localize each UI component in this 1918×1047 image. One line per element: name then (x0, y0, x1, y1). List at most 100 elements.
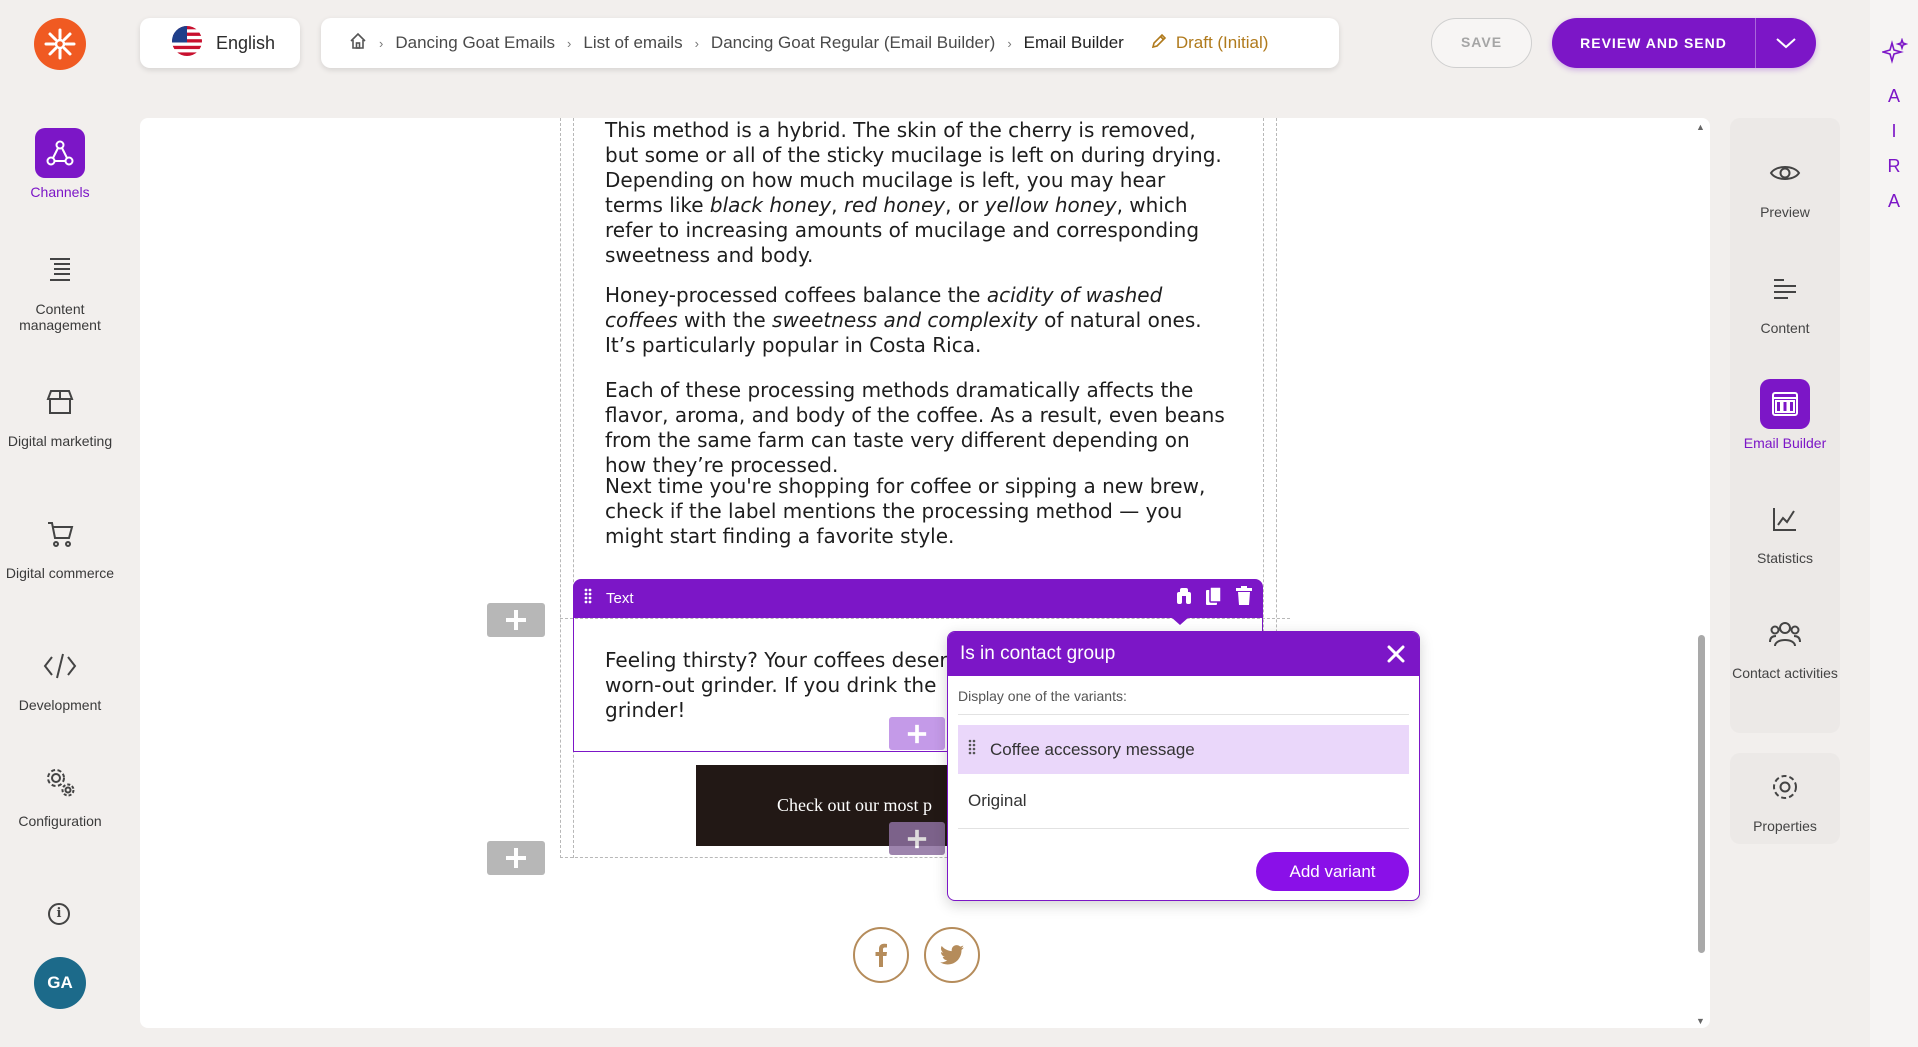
variant-item-coffee-accessory[interactable]: Coffee accessory message (958, 725, 1409, 774)
variant-item-original[interactable]: Original (958, 774, 1409, 829)
scroll-down-arrow[interactable]: ▼ (1696, 1016, 1705, 1026)
add-section-button[interactable] (487, 841, 545, 875)
breadcrumb-item[interactable]: List of emails (583, 33, 682, 53)
left-navigation: Channels Content management Digital mark… (0, 0, 120, 1047)
drag-handle-icon[interactable] (584, 588, 592, 609)
panel-label: Email Builder (1743, 435, 1827, 451)
variant-popup-title: Is in contact group (960, 643, 1116, 664)
nav-configuration[interactable]: Configuration (0, 757, 120, 829)
review-and-send-button[interactable]: REVIEW AND SEND (1552, 18, 1816, 68)
cta-label: Check out our most p (777, 795, 932, 815)
paragraph-next-time[interactable]: Next time you're shopping for coffee or … (605, 474, 1245, 549)
panel-label: Statistics (1756, 550, 1813, 566)
variant-label: Original (968, 791, 1027, 810)
block-type-label: Text (606, 590, 634, 607)
close-icon[interactable] (1383, 641, 1409, 667)
scroll-up-arrow[interactable]: ▲ (1696, 122, 1705, 132)
breadcrumb-separator: › (379, 35, 384, 51)
avatar[interactable]: GA (34, 957, 86, 1009)
add-variant-button[interactable]: Add variant (1256, 852, 1409, 891)
add-widget-button[interactable] (889, 717, 945, 750)
facebook-icon[interactable] (853, 927, 909, 983)
home-icon[interactable] (349, 32, 367, 55)
drag-handle-icon[interactable] (968, 739, 976, 760)
info-icon[interactable]: i (48, 903, 70, 925)
sparkle-icon[interactable] (1880, 37, 1909, 69)
paragraph-processing-methods[interactable]: Each of these processing methods dramati… (605, 378, 1245, 478)
digital-marketing-icon (35, 377, 85, 427)
pencil-icon (1150, 32, 1168, 55)
selected-text-content[interactable]: Feeling thirsty? Your coffees deser worn… (605, 648, 948, 723)
ai-letter: A (1887, 191, 1900, 211)
ai-assistant-strip[interactable]: A I R A (1870, 0, 1918, 1047)
nav-label: Digital commerce (5, 565, 115, 581)
breadcrumb-separator: › (1007, 35, 1012, 51)
add-widget-button[interactable] (889, 822, 945, 855)
nav-label: Digital marketing (7, 433, 113, 449)
nav-channels[interactable]: Channels (0, 128, 120, 200)
nav-digital-marketing[interactable]: Digital marketing (0, 377, 120, 449)
ai-letter: I (1891, 121, 1897, 141)
draft-status-label: Draft (Initial) (1175, 33, 1269, 52)
panel-statistics[interactable]: Statistics (1730, 494, 1840, 566)
panel-properties[interactable]: Properties (1730, 762, 1840, 834)
nav-digital-commerce[interactable]: Digital commerce (0, 509, 120, 581)
variant-popup-header: Is in contact group (948, 632, 1419, 676)
twitter-icon[interactable] (924, 927, 980, 983)
digital-commerce-icon (35, 509, 85, 559)
us-flag-icon (172, 25, 202, 61)
panel-preview[interactable]: Preview (1730, 148, 1840, 220)
personalize-icon[interactable] (1175, 586, 1193, 611)
development-icon (35, 641, 85, 691)
people-icon (1760, 609, 1810, 659)
breadcrumb-item[interactable]: Dancing Goat Regular (Email Builder) (711, 33, 995, 53)
chart-icon (1760, 494, 1810, 544)
toolbar-pointer (1171, 617, 1189, 625)
breadcrumb-separator: › (694, 35, 699, 51)
language-selector[interactable]: English (140, 18, 300, 68)
variant-popup-subtitle: Display one of the variants: (958, 688, 1409, 715)
breadcrumb-item[interactable]: Dancing Goat Emails (395, 33, 555, 53)
gear-icon (1760, 762, 1810, 812)
add-section-button[interactable] (487, 603, 545, 637)
nav-label: Channels (30, 184, 90, 200)
save-button[interactable]: SAVE (1431, 18, 1532, 68)
variant-label: Coffee accessory message (990, 739, 1195, 759)
email-content-area: This method is a hybrid. The skin of the… (560, 118, 1277, 579)
text-block-toolbar: Text (573, 579, 1263, 618)
ai-letter: R (1887, 156, 1901, 176)
panel-label: Contact activities (1732, 665, 1838, 681)
ai-letter: A (1887, 86, 1900, 106)
channels-icon (35, 128, 85, 178)
configuration-icon (35, 757, 85, 807)
breadcrumb: › Dancing Goat Emails › List of emails ›… (321, 18, 1339, 68)
content-management-icon (35, 245, 85, 295)
panel-contact-activities[interactable]: Contact activities (1730, 609, 1840, 681)
draft-status: Draft (Initial) (1150, 32, 1269, 55)
language-label: English (216, 32, 276, 53)
panel-label: Properties (1753, 818, 1817, 834)
paragraph-honey-process[interactable]: This method is a hybrid. The skin of the… (605, 118, 1245, 268)
panel-label: Preview (1760, 204, 1810, 220)
nav-label: Configuration (18, 813, 102, 829)
breadcrumb-separator: › (567, 35, 572, 51)
variant-popup: Is in contact group Display one of the v… (947, 631, 1420, 901)
canvas-scrollbar-thumb[interactable] (1698, 635, 1705, 953)
align-left-icon (1760, 264, 1810, 314)
panel-email-builder[interactable]: Email Builder (1730, 379, 1840, 451)
breadcrumb-current: Email Builder (1023, 33, 1124, 52)
kentico-logo-icon[interactable] (34, 18, 86, 70)
eye-icon (1760, 148, 1810, 198)
panel-content[interactable]: Content (1730, 264, 1840, 336)
nav-development[interactable]: Development (0, 641, 120, 713)
panel-label: Content (1760, 320, 1810, 336)
copy-icon[interactable] (1205, 586, 1223, 611)
chevron-down-icon[interactable] (1755, 18, 1816, 68)
review-and-send-label: REVIEW AND SEND (1580, 35, 1727, 51)
delete-icon[interactable] (1235, 586, 1253, 611)
nav-content-management[interactable]: Content management (0, 245, 120, 333)
email-builder-icon (1760, 379, 1810, 429)
nav-label: Content management (19, 301, 101, 333)
nav-label: Development (18, 697, 102, 713)
paragraph-honey-balance[interactable]: Honey-processed coffees balance the acid… (605, 283, 1245, 358)
